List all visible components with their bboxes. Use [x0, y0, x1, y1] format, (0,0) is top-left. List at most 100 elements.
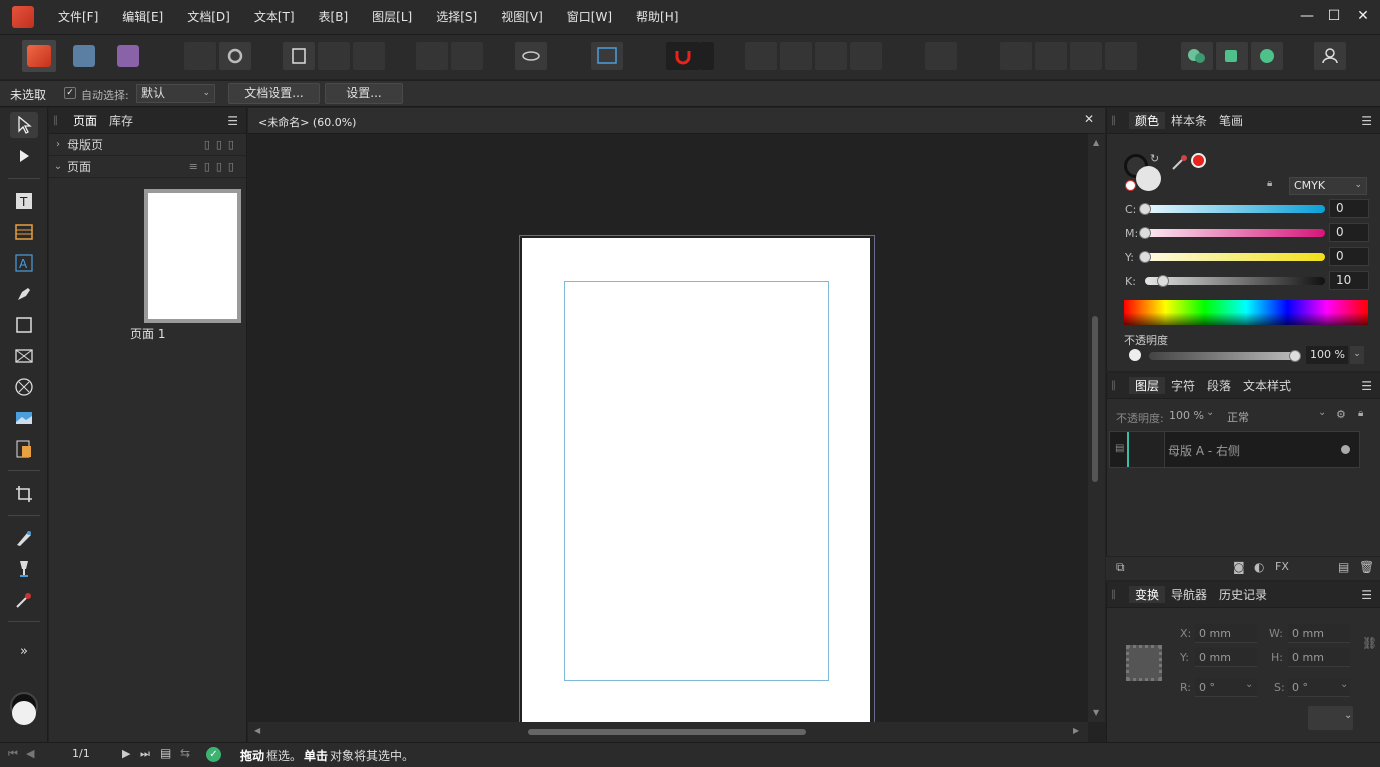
boolean-intersect-button[interactable]: [1251, 42, 1283, 70]
last-page-icon[interactable]: ⏭︎: [140, 747, 150, 761]
menu-window[interactable]: 窗口[W]: [555, 0, 624, 34]
fill-swatch[interactable]: [12, 701, 36, 725]
lock-icon[interactable]: 🔒︎: [1358, 408, 1363, 419]
tab-character[interactable]: 字符: [1165, 377, 1201, 394]
menu-select[interactable]: 选择[S]: [424, 0, 489, 34]
menu-document[interactable]: 文档[D]: [175, 0, 242, 34]
magenta-value-field[interactable]: 0: [1329, 223, 1369, 242]
move-tool[interactable]: [10, 112, 38, 138]
tab-assets[interactable]: 库存: [103, 112, 139, 129]
panel-menu-icon[interactable]: ☰: [1361, 588, 1372, 602]
cyan-slider-knob[interactable]: [1139, 203, 1151, 215]
place-image-tool[interactable]: [10, 405, 38, 431]
frame-button[interactable]: [353, 42, 385, 70]
preflight-button[interactable]: [184, 42, 216, 70]
link-icon[interactable]: ⛓︎: [1362, 636, 1377, 650]
spread-icon[interactable]: ⇆: [180, 746, 190, 760]
fill-color-well[interactable]: [1136, 166, 1161, 191]
page-thumbnail[interactable]: [144, 189, 241, 323]
artistic-text-tool[interactable]: A: [10, 250, 38, 276]
panel-menu-icon[interactable]: ☰: [227, 114, 238, 128]
transform-options-button[interactable]: ⌄: [1308, 706, 1353, 730]
delete-layer-icon[interactable]: 🗑︎: [1359, 560, 1374, 574]
scroll-down-icon[interactable]: ▼: [1093, 708, 1099, 717]
menu-table[interactable]: 表[B]: [307, 0, 361, 34]
anchor-point-selector[interactable]: [1126, 645, 1162, 681]
photo-persona-button[interactable]: [112, 42, 144, 70]
publisher-persona-button[interactable]: [22, 40, 56, 72]
pages-row[interactable]: ⌄ 页面 ≡▯▯▯: [49, 156, 246, 178]
black-slider-knob[interactable]: [1157, 275, 1169, 287]
order-backward-button[interactable]: [780, 42, 812, 70]
eyedropper-icon[interactable]: [1170, 152, 1190, 172]
page-actions-icon[interactable]: ≡▯▯▯: [189, 160, 240, 173]
view-mode-button[interactable]: [283, 42, 315, 70]
opacity-slider[interactable]: [1149, 352, 1295, 360]
node-tool[interactable]: [10, 143, 38, 169]
scroll-left-icon[interactable]: ◀: [254, 726, 260, 735]
close-window-button[interactable]: ✕: [1350, 0, 1376, 34]
close-document-icon[interactable]: ✕: [1084, 112, 1094, 126]
master-page-actions-icon[interactable]: ▯▯▯: [204, 138, 240, 151]
account-button[interactable]: [1314, 42, 1346, 70]
auto-select-dropdown[interactable]: 默认 ⌄: [136, 84, 215, 103]
transform-rotate-left-button[interactable]: [1000, 42, 1032, 70]
gear-icon[interactable]: ⚙: [1336, 408, 1346, 421]
more-tools-button[interactable]: »: [10, 638, 38, 664]
preview-mode-button[interactable]: [515, 42, 547, 70]
pen-tool[interactable]: [10, 281, 38, 307]
settings-gear-button[interactable]: [219, 42, 251, 70]
crop-tool[interactable]: [10, 481, 38, 507]
content-tool[interactable]: [10, 436, 38, 462]
tab-transform[interactable]: 变换: [1129, 586, 1166, 603]
layer-opacity-value[interactable]: 100 %: [1169, 409, 1204, 422]
preflight-ok-icon[interactable]: ✓: [206, 747, 221, 762]
snapping-button[interactable]: [666, 42, 700, 70]
yellow-value-field[interactable]: 0: [1329, 247, 1369, 266]
vertical-scroll-thumb[interactable]: [1092, 316, 1098, 482]
align-button[interactable]: [925, 42, 957, 70]
menu-edit[interactable]: 编辑[E]: [110, 0, 175, 34]
blend-mode-value[interactable]: 正常: [1227, 409, 1249, 425]
tab-stroke[interactable]: 笔画: [1213, 112, 1249, 129]
pin-button[interactable]: [416, 42, 448, 70]
ellipse-frame-tool[interactable]: [10, 374, 38, 400]
master-pages-row[interactable]: › 母版页 ▯▯▯: [49, 134, 246, 156]
tab-swatches[interactable]: 样本条: [1165, 112, 1213, 129]
lock-icon[interactable]: 🔒︎: [1267, 178, 1272, 189]
fill-tool[interactable]: [10, 525, 38, 551]
mask-layer-icon[interactable]: ◙: [1233, 560, 1245, 574]
swap-colors-icon[interactable]: ↻: [1150, 152, 1159, 165]
panel-menu-icon[interactable]: ☰: [1361, 114, 1372, 128]
opacity-dropdown-icon[interactable]: ⌄: [1350, 346, 1364, 364]
cyan-value-field[interactable]: 0: [1329, 199, 1369, 218]
order-front-button[interactable]: [850, 42, 882, 70]
table-tool[interactable]: [10, 219, 38, 245]
designer-persona-button[interactable]: [68, 42, 100, 70]
tab-paragraph[interactable]: 段落: [1201, 377, 1237, 394]
height-field[interactable]: 0 mm: [1288, 648, 1350, 667]
horizontal-scrollbar[interactable]: ◀ ▶: [248, 722, 1088, 742]
flip-horizontal-button[interactable]: [1070, 42, 1102, 70]
yellow-slider[interactable]: [1145, 253, 1325, 261]
picture-frame-tool[interactable]: [10, 343, 38, 369]
layer-options-icon[interactable]: ⧉: [1116, 560, 1125, 575]
document-canvas[interactable]: [248, 134, 1088, 722]
settings-button[interactable]: 设置...: [325, 83, 403, 104]
opacity-slider-knob[interactable]: [1289, 350, 1301, 362]
tab-text-styles[interactable]: 文本样式: [1237, 377, 1297, 394]
color-picker-tool[interactable]: [10, 587, 38, 613]
adjustment-icon[interactable]: ◐: [1254, 560, 1264, 574]
yellow-slider-knob[interactable]: [1139, 251, 1151, 263]
auto-select-checkbox[interactable]: ✓: [64, 87, 76, 99]
next-page-icon[interactable]: ▶: [122, 747, 130, 760]
opacity-value-field[interactable]: 100 %: [1306, 346, 1348, 364]
first-page-icon[interactable]: ⏮︎: [8, 747, 18, 761]
menu-view[interactable]: 视图[V]: [489, 0, 555, 34]
cyan-slider[interactable]: [1145, 205, 1325, 213]
document-tab-title[interactable]: <未命名> (60.0%): [258, 114, 356, 130]
tab-color[interactable]: 颜色: [1129, 112, 1166, 129]
transparency-tool[interactable]: [10, 556, 38, 582]
scroll-up-icon[interactable]: ▲: [1093, 138, 1099, 147]
text-frame-tool[interactable]: T: [10, 188, 38, 214]
